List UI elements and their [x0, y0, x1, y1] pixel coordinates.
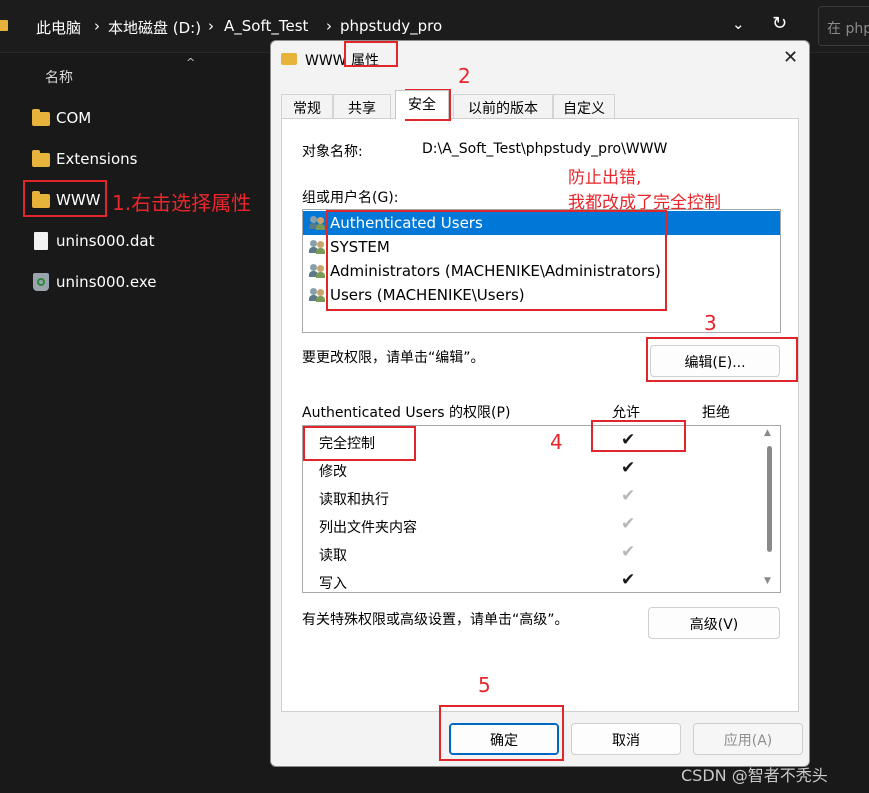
annotation-box-full-control: [303, 426, 416, 461]
apply-button[interactable]: 应用(A): [693, 723, 803, 755]
tab-sharing[interactable]: 共享: [333, 94, 391, 118]
permission-name: 写入: [319, 576, 347, 592]
scroll-up-icon[interactable]: ▲: [764, 428, 771, 438]
groups-label: 组或用户名(G):: [302, 190, 399, 206]
close-icon[interactable]: ✕: [783, 47, 798, 68]
advanced-hint: 有关特殊权限或高级设置，请单击“高级”。: [302, 612, 569, 628]
file-name: unins000.dat: [56, 232, 155, 250]
user-group-icon: [309, 264, 326, 278]
search-placeholder: 在 php: [827, 21, 869, 37]
table-row: 写入 ✔: [303, 568, 763, 592]
check-icon: ✔: [621, 570, 636, 590]
deny-header: 拒绝: [702, 405, 730, 421]
breadcrumb-a-soft-test[interactable]: A_Soft_Test: [224, 17, 308, 35]
watermark: CSDN @智者不秃头: [681, 766, 828, 785]
object-name-label: 对象名称:: [302, 144, 363, 160]
properties-dialog: WWW 属性 ✕ 常规 共享 安全 以前的版本 自定义 对象名称: D:\A_S…: [270, 40, 810, 767]
annotation-note-line1: 防止出错,: [568, 168, 642, 188]
chevron-right-icon: ›: [208, 17, 214, 35]
check-icon: ✔: [621, 458, 636, 478]
annotation-box-www: [23, 180, 107, 217]
permission-name: 列出文件夹内容: [319, 520, 417, 536]
edit-hint: 要更改权限，请单击“编辑”。: [302, 350, 485, 366]
cancel-button[interactable]: 取消: [571, 723, 681, 755]
table-row: 列出文件夹内容 ✔: [303, 512, 763, 540]
check-icon: ✔: [621, 514, 636, 534]
tab-security[interactable]: 安全: [395, 90, 449, 119]
annotation-box-edit: [646, 337, 798, 382]
annotation-step1: 1.右击选择属性: [112, 191, 252, 215]
check-icon: ✔: [621, 542, 636, 562]
annotation-step2: 2: [458, 64, 471, 88]
annotation-box-title: [344, 41, 398, 67]
chevron-down-icon[interactable]: ⌄: [732, 15, 745, 33]
breadcrumb-phpstudy-pro[interactable]: phpstudy_pro: [340, 17, 442, 35]
permission-name: 读取和执行: [319, 492, 389, 508]
file-name: unins000.exe: [56, 273, 157, 291]
chevron-right-icon: ›: [94, 17, 100, 35]
security-panel: 对象名称: D:\A_Soft_Test\phpstudy_pro\WWW 组或…: [281, 118, 799, 712]
breadcrumb-this-pc[interactable]: 此电脑: [36, 17, 81, 38]
permission-name: 读取: [319, 548, 347, 564]
search-input[interactable]: 在 php: [818, 6, 869, 46]
user-group-icon: [309, 240, 326, 254]
annotation-step4: 4: [550, 430, 563, 454]
permissions-label: Authenticated Users 的权限(P): [302, 405, 511, 421]
tab-previous-versions[interactable]: 以前的版本: [453, 94, 553, 118]
annotation-box-users: [326, 210, 667, 311]
allow-header: 允许: [612, 405, 640, 421]
tab-general[interactable]: 常规: [281, 94, 333, 118]
sort-up-icon: ^: [186, 56, 196, 69]
user-group-icon: [309, 216, 326, 230]
scrollbar-thumb[interactable]: [767, 446, 772, 552]
tab-bar: 常规 共享 安全 以前的版本 自定义: [281, 90, 799, 119]
tab-customize[interactable]: 自定义: [553, 94, 615, 118]
annotation-step3: 3: [704, 311, 717, 335]
folder-icon: [32, 150, 50, 167]
folder-icon: [0, 20, 8, 31]
refresh-icon[interactable]: ↻: [772, 13, 787, 34]
table-row: 读取和执行 ✔: [303, 484, 763, 512]
file-name: COM: [56, 109, 92, 127]
folder-icon: [281, 53, 297, 65]
breadcrumb-drive-d[interactable]: 本地磁盘 (D:): [108, 17, 201, 38]
chevron-right-icon: ›: [326, 17, 332, 35]
uninstall-icon: [33, 273, 49, 291]
table-row: 读取 ✔: [303, 540, 763, 568]
annotation-step5: 5: [478, 673, 491, 697]
column-header-name[interactable]: 名称: [45, 67, 73, 87]
check-icon: ✔: [621, 486, 636, 506]
advanced-button[interactable]: 高级(V): [648, 607, 780, 639]
user-group-icon: [309, 288, 326, 302]
object-name-value: D:\A_Soft_Test\phpstudy_pro\WWW: [422, 141, 668, 157]
annotation-box-allow: [591, 420, 686, 452]
annotation-box-ok: [439, 705, 564, 761]
document-icon: [34, 232, 48, 250]
file-name: Extensions: [56, 150, 138, 168]
permission-name: 修改: [319, 464, 347, 480]
scroll-down-icon[interactable]: ▼: [764, 576, 771, 586]
folder-icon: [32, 109, 50, 126]
